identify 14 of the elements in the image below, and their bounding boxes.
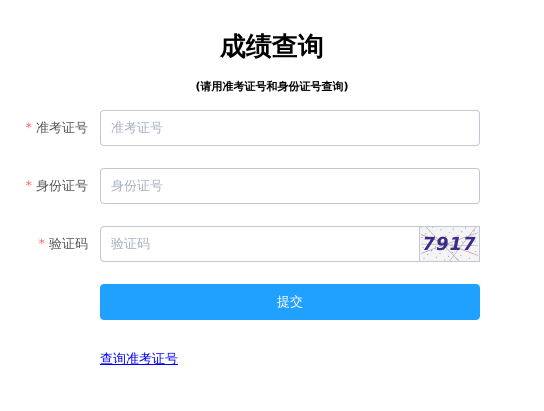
- required-mark: *: [38, 236, 45, 252]
- input-field[interactable]: 身份证号: [100, 168, 480, 204]
- field-label: 验证码: [49, 236, 88, 253]
- input-field[interactable]: 验证码: [100, 226, 420, 262]
- required-mark: *: [26, 178, 32, 194]
- required-mark: *: [26, 120, 32, 136]
- captcha-image[interactable]: 7917: [420, 226, 480, 262]
- captcha-text: 7917: [422, 234, 477, 254]
- page-subtitle: (请用准考证号和身份证号查询): [194, 80, 350, 94]
- query-link[interactable]: 查询准考证号: [100, 350, 178, 368]
- input-field[interactable]: 准考证号: [100, 110, 480, 146]
- page-title: 成绩查询: [218, 31, 325, 64]
- field-label: 身份证号: [36, 178, 88, 195]
- field-label: 准考证号: [36, 120, 88, 137]
